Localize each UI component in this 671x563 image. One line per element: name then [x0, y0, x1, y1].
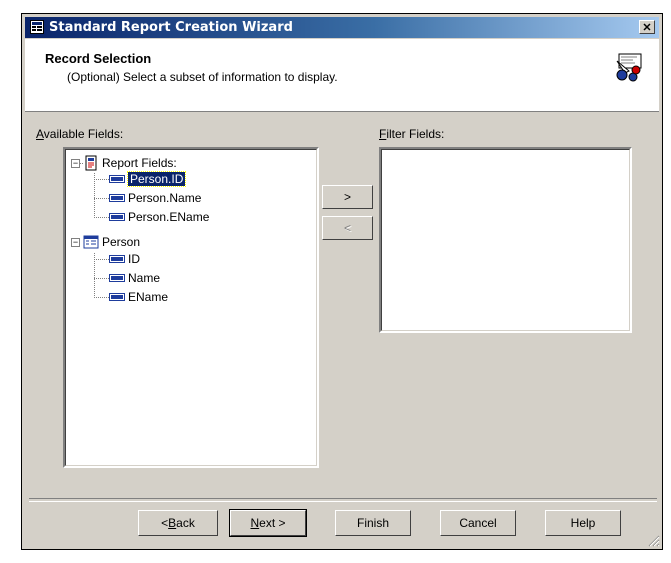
filter-fields-label: Filter Fields:	[379, 127, 445, 141]
tree-connector	[94, 297, 109, 298]
tree-leaf-label: Name	[128, 271, 161, 285]
close-icon: ✕	[642, 21, 652, 34]
back-button[interactable]: < Back	[138, 510, 218, 536]
tree-connector	[94, 259, 109, 260]
collapse-toggle[interactable]: −	[71, 158, 80, 168]
tree-leaf-person-ename[interactable]: Person.EName	[109, 208, 209, 226]
tree-leaf-label: EName	[128, 290, 169, 304]
field-icon	[109, 274, 125, 282]
field-icon	[109, 255, 125, 263]
table-icon	[83, 235, 99, 249]
step-subtitle: (Optional) Select a subset of informatio…	[67, 70, 338, 84]
tree-connector	[94, 198, 109, 199]
field-icon	[109, 213, 125, 221]
cancel-button[interactable]: Cancel	[440, 510, 516, 536]
close-button[interactable]: ✕	[639, 20, 655, 34]
record-selection-icon	[616, 53, 642, 82]
tree-connector	[94, 217, 109, 218]
page-frame-top	[0, 0, 671, 3]
available-fields-tree[interactable]: − Report Fields: Person.ID Person.Name P…	[63, 147, 319, 468]
tree-leaf-id[interactable]: ID	[109, 250, 140, 268]
field-icon	[109, 175, 125, 183]
tree-node-label: Person	[102, 235, 141, 249]
tree-leaf-person-name[interactable]: Person.Name	[109, 189, 201, 207]
tree-leaf-label: Person.Name	[128, 191, 202, 205]
add-filter-button[interactable]: >	[322, 185, 373, 209]
title-bar[interactable]: Standard Report Creation Wizard ✕	[25, 17, 659, 38]
window-title: Standard Report Creation Wizard	[49, 20, 293, 35]
field-icon	[109, 293, 125, 301]
remove-filter-button[interactable]: <	[322, 216, 373, 240]
wizard-dialog: Standard Report Creation Wizard ✕ Record…	[21, 13, 663, 550]
tree-leaf-label: Person.ID	[126, 171, 187, 187]
available-fields-label: Available Fields:	[36, 127, 124, 141]
footer-separator	[29, 498, 657, 502]
collapse-toggle[interactable]: −	[71, 237, 80, 247]
resize-grip-icon[interactable]	[648, 535, 660, 547]
tree-leaf-ename[interactable]: EName	[109, 288, 168, 306]
tree-connector	[94, 179, 109, 180]
report-icon	[85, 155, 97, 171]
wizard-header: Record Selection (Optional) Select a sub…	[25, 39, 659, 112]
filter-fields-list[interactable]	[379, 147, 632, 333]
tree-leaf-person-id[interactable]: Person.ID	[109, 170, 187, 188]
help-button[interactable]: Help	[545, 510, 621, 536]
step-title: Record Selection	[45, 51, 152, 66]
tree-connector	[94, 278, 109, 279]
tree-node-person[interactable]: − Person	[71, 233, 140, 251]
wizard-app-icon	[30, 20, 44, 34]
tree-node-label: Report Fields:	[102, 156, 177, 170]
field-icon	[109, 194, 125, 202]
tree-leaf-label: ID	[128, 252, 140, 266]
next-button[interactable]: Next >	[229, 509, 307, 537]
finish-button[interactable]: Finish	[335, 510, 411, 536]
tree-leaf-name[interactable]: Name	[109, 269, 160, 287]
tree-leaf-label: Person.EName	[128, 210, 210, 224]
